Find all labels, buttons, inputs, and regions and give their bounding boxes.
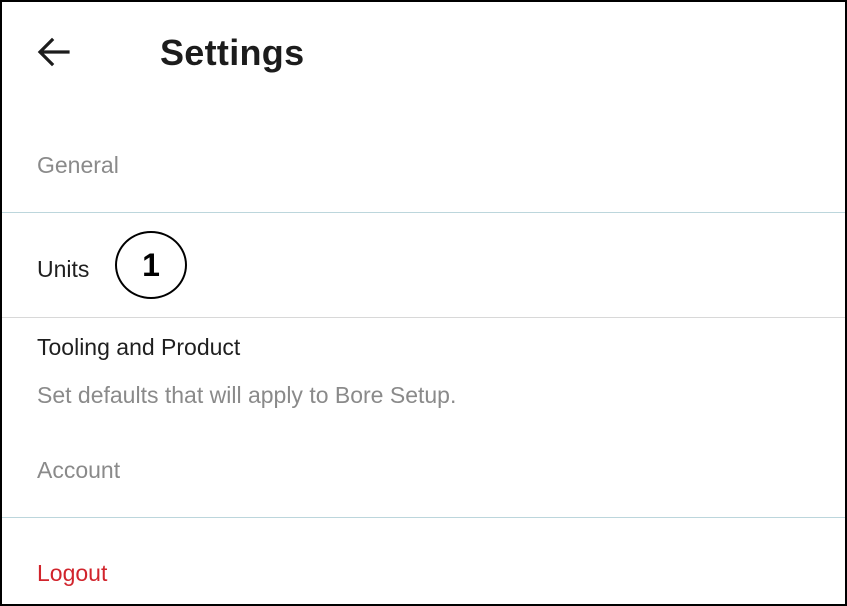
app-bar: Settings bbox=[2, 2, 845, 110]
units-label: Units bbox=[37, 256, 90, 282]
callout-marker: 1 bbox=[115, 231, 187, 299]
tooling-and-product-label: Tooling and Product bbox=[37, 334, 241, 360]
back-button[interactable] bbox=[32, 30, 76, 74]
tooling-and-product-setting-item[interactable]: Tooling and Product Set defaults that wi… bbox=[2, 318, 845, 418]
section-header-account: Account bbox=[37, 457, 121, 483]
logout-label: Logout bbox=[37, 560, 108, 586]
page-title: Settings bbox=[160, 32, 305, 73]
arrow-left-icon bbox=[37, 37, 70, 67]
tooling-and-product-description: Set defaults that will apply to Bore Set… bbox=[37, 382, 457, 408]
settings-screen: Settings General Units 1 Tooling and Pro… bbox=[0, 0, 847, 606]
section-header-general: General bbox=[37, 152, 119, 178]
logout-item[interactable]: Logout bbox=[2, 518, 845, 604]
